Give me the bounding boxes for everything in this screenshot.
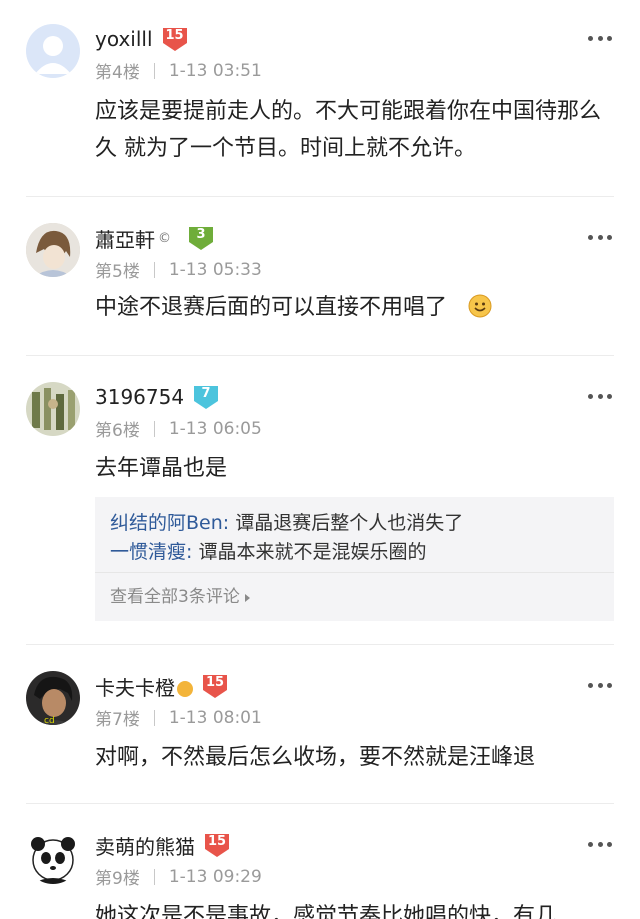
view-all-replies-label: 查看全部3条评论 — [110, 587, 240, 607]
floor-number: 第6楼 — [95, 421, 140, 441]
divider — [153, 261, 155, 278]
level-badge: 15 — [161, 26, 189, 52]
divider — [153, 62, 155, 79]
more-options-icon[interactable] — [588, 681, 612, 689]
level-badge: 15 — [201, 673, 229, 699]
comment-text: 去年谭晶也是 — [95, 456, 228, 481]
reply-author[interactable]: 纠结的阿Ben: — [110, 512, 229, 534]
comment-meta: 第9楼 1-13 09:29 — [95, 864, 262, 890]
comment-item: yoxilll 15 第4楼 1-13 03:51 应该是要提前走人的。不大可能… — [26, 0, 614, 197]
level-number: 15 — [205, 675, 225, 690]
vip-emoji-icon — [177, 681, 193, 697]
level-number: 15 — [207, 834, 227, 849]
level-badge: 15 — [203, 832, 231, 858]
comment-text: 她这次是不是事故，感觉节奏比她唱的快，有几 — [95, 904, 558, 919]
username[interactable]: 蕭亞軒 — [95, 224, 155, 253]
comment-meta: 第7楼 1-13 08:01 — [95, 705, 262, 731]
avatar[interactable] — [26, 830, 80, 884]
avatar[interactable]: cd — [26, 671, 80, 725]
default-avatar-icon — [26, 24, 80, 78]
comment-meta: 第6楼 1-13 06:05 — [95, 416, 262, 442]
comment-text: 对啊，不然最后怎么收场，要不然就是汪峰退 — [95, 745, 536, 770]
chevron-right-icon — [244, 594, 250, 602]
comment-text: 中途不退赛后面的可以直接不用唱了 — [95, 295, 448, 320]
level-number: 7 — [201, 386, 211, 401]
reply-item[interactable]: 纠结的阿Ben: 谭晶退赛后整个人也消失了 — [95, 509, 614, 538]
avatar[interactable] — [26, 223, 80, 277]
reply-text: 谭晶退赛后整个人也消失了 — [229, 512, 464, 534]
svg-text:cd: cd — [44, 716, 55, 725]
view-all-replies-link[interactable]: 查看全部3条评论 — [95, 572, 614, 621]
comment-body: 中途不退赛后面的可以直接不用唱了 — [95, 289, 614, 326]
level-number: 3 — [196, 227, 206, 242]
comment-text: 应该是要提前走人的。不大可能跟着你在中国待那么久 就为了一个节目。时间上就不允许… — [95, 99, 602, 161]
avatar[interactable] — [26, 24, 80, 78]
more-options-icon[interactable] — [588, 392, 612, 400]
timestamp: 1-13 06:05 — [168, 418, 262, 439]
avatar[interactable] — [26, 382, 80, 436]
comment-item: 蕭亞軒 © 3 第5楼 1-13 05:33 中途不退赛后面的可以直接不用唱了 — [26, 197, 614, 356]
reply-item[interactable]: 一惯清瘦: 谭晶本来就不是混娱乐圈的 — [95, 538, 614, 567]
divider — [153, 420, 155, 437]
divider — [153, 868, 155, 885]
comment-item: 3196754 7 第6楼 1-13 06:05 去年谭晶也是 纠结的阿Ben:… — [26, 356, 614, 645]
username[interactable]: 卡夫卡橙 — [95, 672, 175, 701]
timestamp: 1-13 03:51 — [168, 60, 262, 81]
divider — [153, 709, 155, 726]
floor-number: 第9楼 — [95, 869, 140, 889]
username[interactable]: 3196754 — [95, 385, 184, 409]
comment-item: 卖萌的熊猫 15 第9楼 1-13 09:29 她这次是不是事故，感觉节奏比她唱… — [26, 804, 614, 919]
level-badge: 3 — [187, 225, 215, 251]
timestamp: 1-13 05:33 — [168, 259, 262, 280]
comment-item: cd 卡夫卡橙 15 第7楼 1-13 08:01 对啊，不然最后怎么收场，要不… — [26, 645, 614, 804]
more-options-icon[interactable] — [588, 233, 612, 241]
replies-box: 纠结的阿Ben: 谭晶退赛后整个人也消失了 一惯清瘦: 谭晶本来就不是混娱乐圈的… — [95, 497, 614, 621]
smile-emoji-icon — [468, 293, 492, 318]
timestamp: 1-13 08:01 — [168, 707, 262, 728]
comment-meta: 第5楼 1-13 05:33 — [95, 257, 262, 283]
timestamp: 1-13 09:29 — [168, 866, 262, 887]
level-number: 15 — [165, 28, 184, 43]
more-options-icon[interactable] — [588, 34, 612, 42]
username[interactable]: 卖萌的熊猫 — [95, 831, 195, 860]
username[interactable]: yoxilll — [95, 27, 153, 51]
more-options-icon[interactable] — [588, 840, 612, 848]
level-badge: 7 — [192, 384, 220, 410]
comment-meta: 第4楼 1-13 03:51 — [95, 58, 262, 84]
reply-text: 谭晶本来就不是混娱乐圈的 — [192, 541, 427, 563]
name-suffix: © — [158, 230, 171, 246]
floor-number: 第4楼 — [95, 63, 140, 83]
reply-author[interactable]: 一惯清瘦: — [110, 541, 192, 563]
floor-number: 第7楼 — [95, 710, 140, 730]
floor-number: 第5楼 — [95, 262, 140, 282]
